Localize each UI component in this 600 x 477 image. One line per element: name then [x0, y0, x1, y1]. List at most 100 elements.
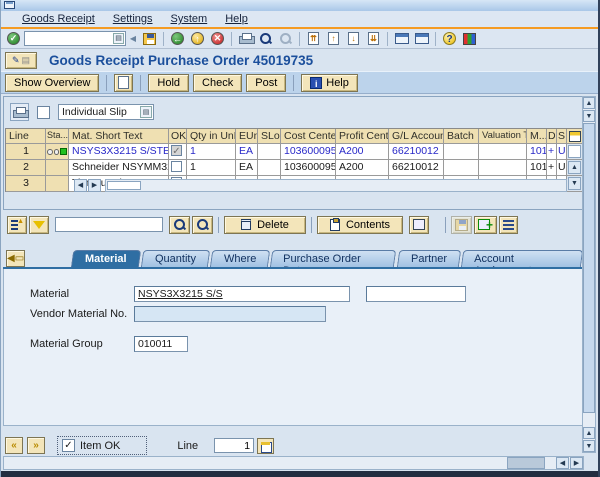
table-hscroll-thumb[interactable]: [107, 181, 141, 190]
contents-button[interactable]: Contents: [317, 215, 403, 234]
table-scroll-right-icon[interactable]: ▶: [88, 179, 101, 192]
new-session-button[interactable]: [392, 30, 411, 48]
next-item-button[interactable]: »: [27, 437, 45, 454]
table-scrollbar[interactable]: ▲: [567, 160, 583, 176]
page-vertical-scrollbar[interactable]: ▲ ▼ ▲ ▼: [582, 96, 596, 453]
col-header-s[interactable]: S: [557, 129, 567, 144]
cell-sloc[interactable]: [258, 160, 281, 176]
restore-button[interactable]: [451, 215, 472, 234]
vendor-material-field[interactable]: [134, 306, 326, 322]
cell-valuation-type[interactable]: [479, 160, 527, 176]
first-page-button[interactable]: ⇈: [304, 30, 323, 48]
grid-configuration-button[interactable]: [409, 215, 429, 234]
cell-line[interactable]: 2: [6, 160, 46, 176]
find-next-button[interactable]: [276, 30, 295, 48]
new-document-button[interactable]: .: [114, 73, 134, 92]
scroll-down-icon[interactable]: ▼: [583, 110, 595, 122]
menu-help[interactable]: Help: [216, 13, 257, 25]
find-button[interactable]: [256, 30, 275, 48]
personal-settings-button[interactable]: [499, 215, 519, 234]
cancel-button[interactable]: ✕: [208, 30, 227, 48]
help-toolbar-button[interactable]: ?: [440, 30, 459, 48]
cell-eun[interactable]: EA: [236, 160, 258, 176]
tab-where[interactable]: Where: [209, 250, 271, 268]
item-detail-button[interactable]: [257, 437, 275, 454]
customize-layout-button[interactable]: [460, 30, 479, 48]
col-header-d[interactable]: D: [547, 129, 557, 144]
table-hscroll-track[interactable]: [105, 179, 567, 192]
page-horizontal-scrollbar[interactable]: ◀ ▶: [3, 456, 584, 470]
col-header-batch[interactable]: Batch: [444, 129, 479, 144]
close-detail-button[interactable]: ◀▭: [6, 250, 25, 267]
table-horizontal-scrollbar[interactable]: ◀ ▶: [74, 179, 567, 192]
col-header-cost-center[interactable]: Cost Center: [281, 129, 336, 144]
col-header-valuation-type[interactable]: Valuation T...: [479, 129, 527, 144]
horizontal-scroll-thumb[interactable]: [507, 457, 545, 469]
item-ok-checkbox[interactable]: ✓: [62, 439, 75, 452]
col-header-eun[interactable]: EUn: [236, 129, 258, 144]
check-button[interactable]: Check: [193, 73, 243, 92]
cell-batch[interactable]: [444, 160, 479, 176]
print-slip-button[interactable]: [10, 103, 29, 121]
item-ok-group[interactable]: ✓ Item OK: [57, 436, 148, 455]
previous-item-button[interactable]: «: [5, 437, 23, 454]
cell-s[interactable]: U: [557, 144, 567, 160]
cell-cost-center[interactable]: 103600095: [281, 144, 336, 160]
cell-sloc[interactable]: [258, 144, 281, 160]
col-header-ok[interactable]: OK: [169, 129, 187, 144]
col-header-line[interactable]: Line: [6, 129, 46, 144]
col-header-mat-short-text[interactable]: Mat. Short Text: [69, 129, 169, 144]
back-button[interactable]: ←: [168, 30, 187, 48]
cell-mat-short-text[interactable]: Schneider NSYMM32: [69, 160, 169, 176]
table-scrollbar[interactable]: [567, 144, 583, 160]
cell-valuation-type[interactable]: [479, 144, 527, 160]
cell-m[interactable]: 101: [527, 160, 547, 176]
cell-s[interactable]: U: [557, 160, 567, 176]
cell-gl-account[interactable]: 66210012: [389, 144, 444, 160]
find-entry-button[interactable]: [169, 215, 190, 234]
table-scroll-up-icon[interactable]: ▲: [568, 161, 581, 174]
cell-m[interactable]: 101: [527, 144, 547, 160]
find-next-entry-button[interactable]: [192, 215, 213, 234]
line-input[interactable]: [214, 438, 255, 453]
command-input[interactable]: [24, 31, 126, 46]
grid-config-corner[interactable]: [567, 129, 583, 144]
cell-mat-short-text[interactable]: NSYS3X3215 S/STEEL: [69, 144, 169, 160]
material-group-field[interactable]: 010011: [134, 336, 188, 352]
cell-eun[interactable]: EA: [236, 144, 258, 160]
tab-quantity[interactable]: Quantity: [140, 250, 211, 268]
hold-button[interactable]: Hold: [148, 73, 190, 92]
col-header-m[interactable]: M...: [527, 129, 547, 144]
col-header-sloc[interactable]: SLoc: [258, 129, 281, 144]
menu-settings[interactable]: Settings: [104, 13, 162, 25]
col-header-qty[interactable]: Qty in UnE: [187, 129, 236, 144]
command-dropdown-icon[interactable]: ▤: [113, 33, 124, 44]
vertical-scroll-thumb[interactable]: [583, 123, 595, 413]
cell-profit-center[interactable]: A200: [336, 160, 389, 176]
create-shortcut-button[interactable]: [412, 30, 431, 48]
table-scroll-left-icon[interactable]: ◀: [74, 179, 87, 192]
tab-partner[interactable]: Partner: [396, 250, 462, 268]
scroll-down-icon[interactable]: ▼: [583, 440, 595, 452]
scroll-left-icon[interactable]: ◀: [556, 457, 569, 469]
ok-checkbox[interactable]: [171, 161, 182, 172]
post-button[interactable]: Post: [246, 73, 287, 92]
cell-qty[interactable]: 1: [187, 160, 236, 176]
cell-cost-center[interactable]: 103600095: [281, 160, 336, 176]
scroll-up-icon[interactable]: ▲: [583, 427, 595, 439]
delete-button[interactable]: Delete: [224, 215, 306, 234]
slip-type-dropdown[interactable]: Individual Slip ▤: [58, 104, 154, 120]
col-header-gl-account[interactable]: G/L Account: [389, 129, 444, 144]
show-overview-button[interactable]: Show Overview: [5, 73, 100, 92]
next-page-button[interactable]: ↓: [344, 30, 363, 48]
last-page-button[interactable]: ⇊: [364, 30, 383, 48]
tab-purchase-order-data[interactable]: Purchase Order Data: [270, 250, 397, 277]
enter-button[interactable]: ✓: [4, 30, 23, 48]
col-header-status[interactable]: Sta...: [46, 129, 69, 144]
help-button[interactable]: i Help: [301, 73, 358, 92]
col-header-profit-center[interactable]: Profit Center: [336, 129, 389, 144]
dropdown-icon[interactable]: ▤: [140, 106, 152, 118]
cell-ok[interactable]: ✓: [169, 144, 187, 160]
cell-d[interactable]: +: [547, 144, 557, 160]
search-input[interactable]: [55, 217, 163, 232]
